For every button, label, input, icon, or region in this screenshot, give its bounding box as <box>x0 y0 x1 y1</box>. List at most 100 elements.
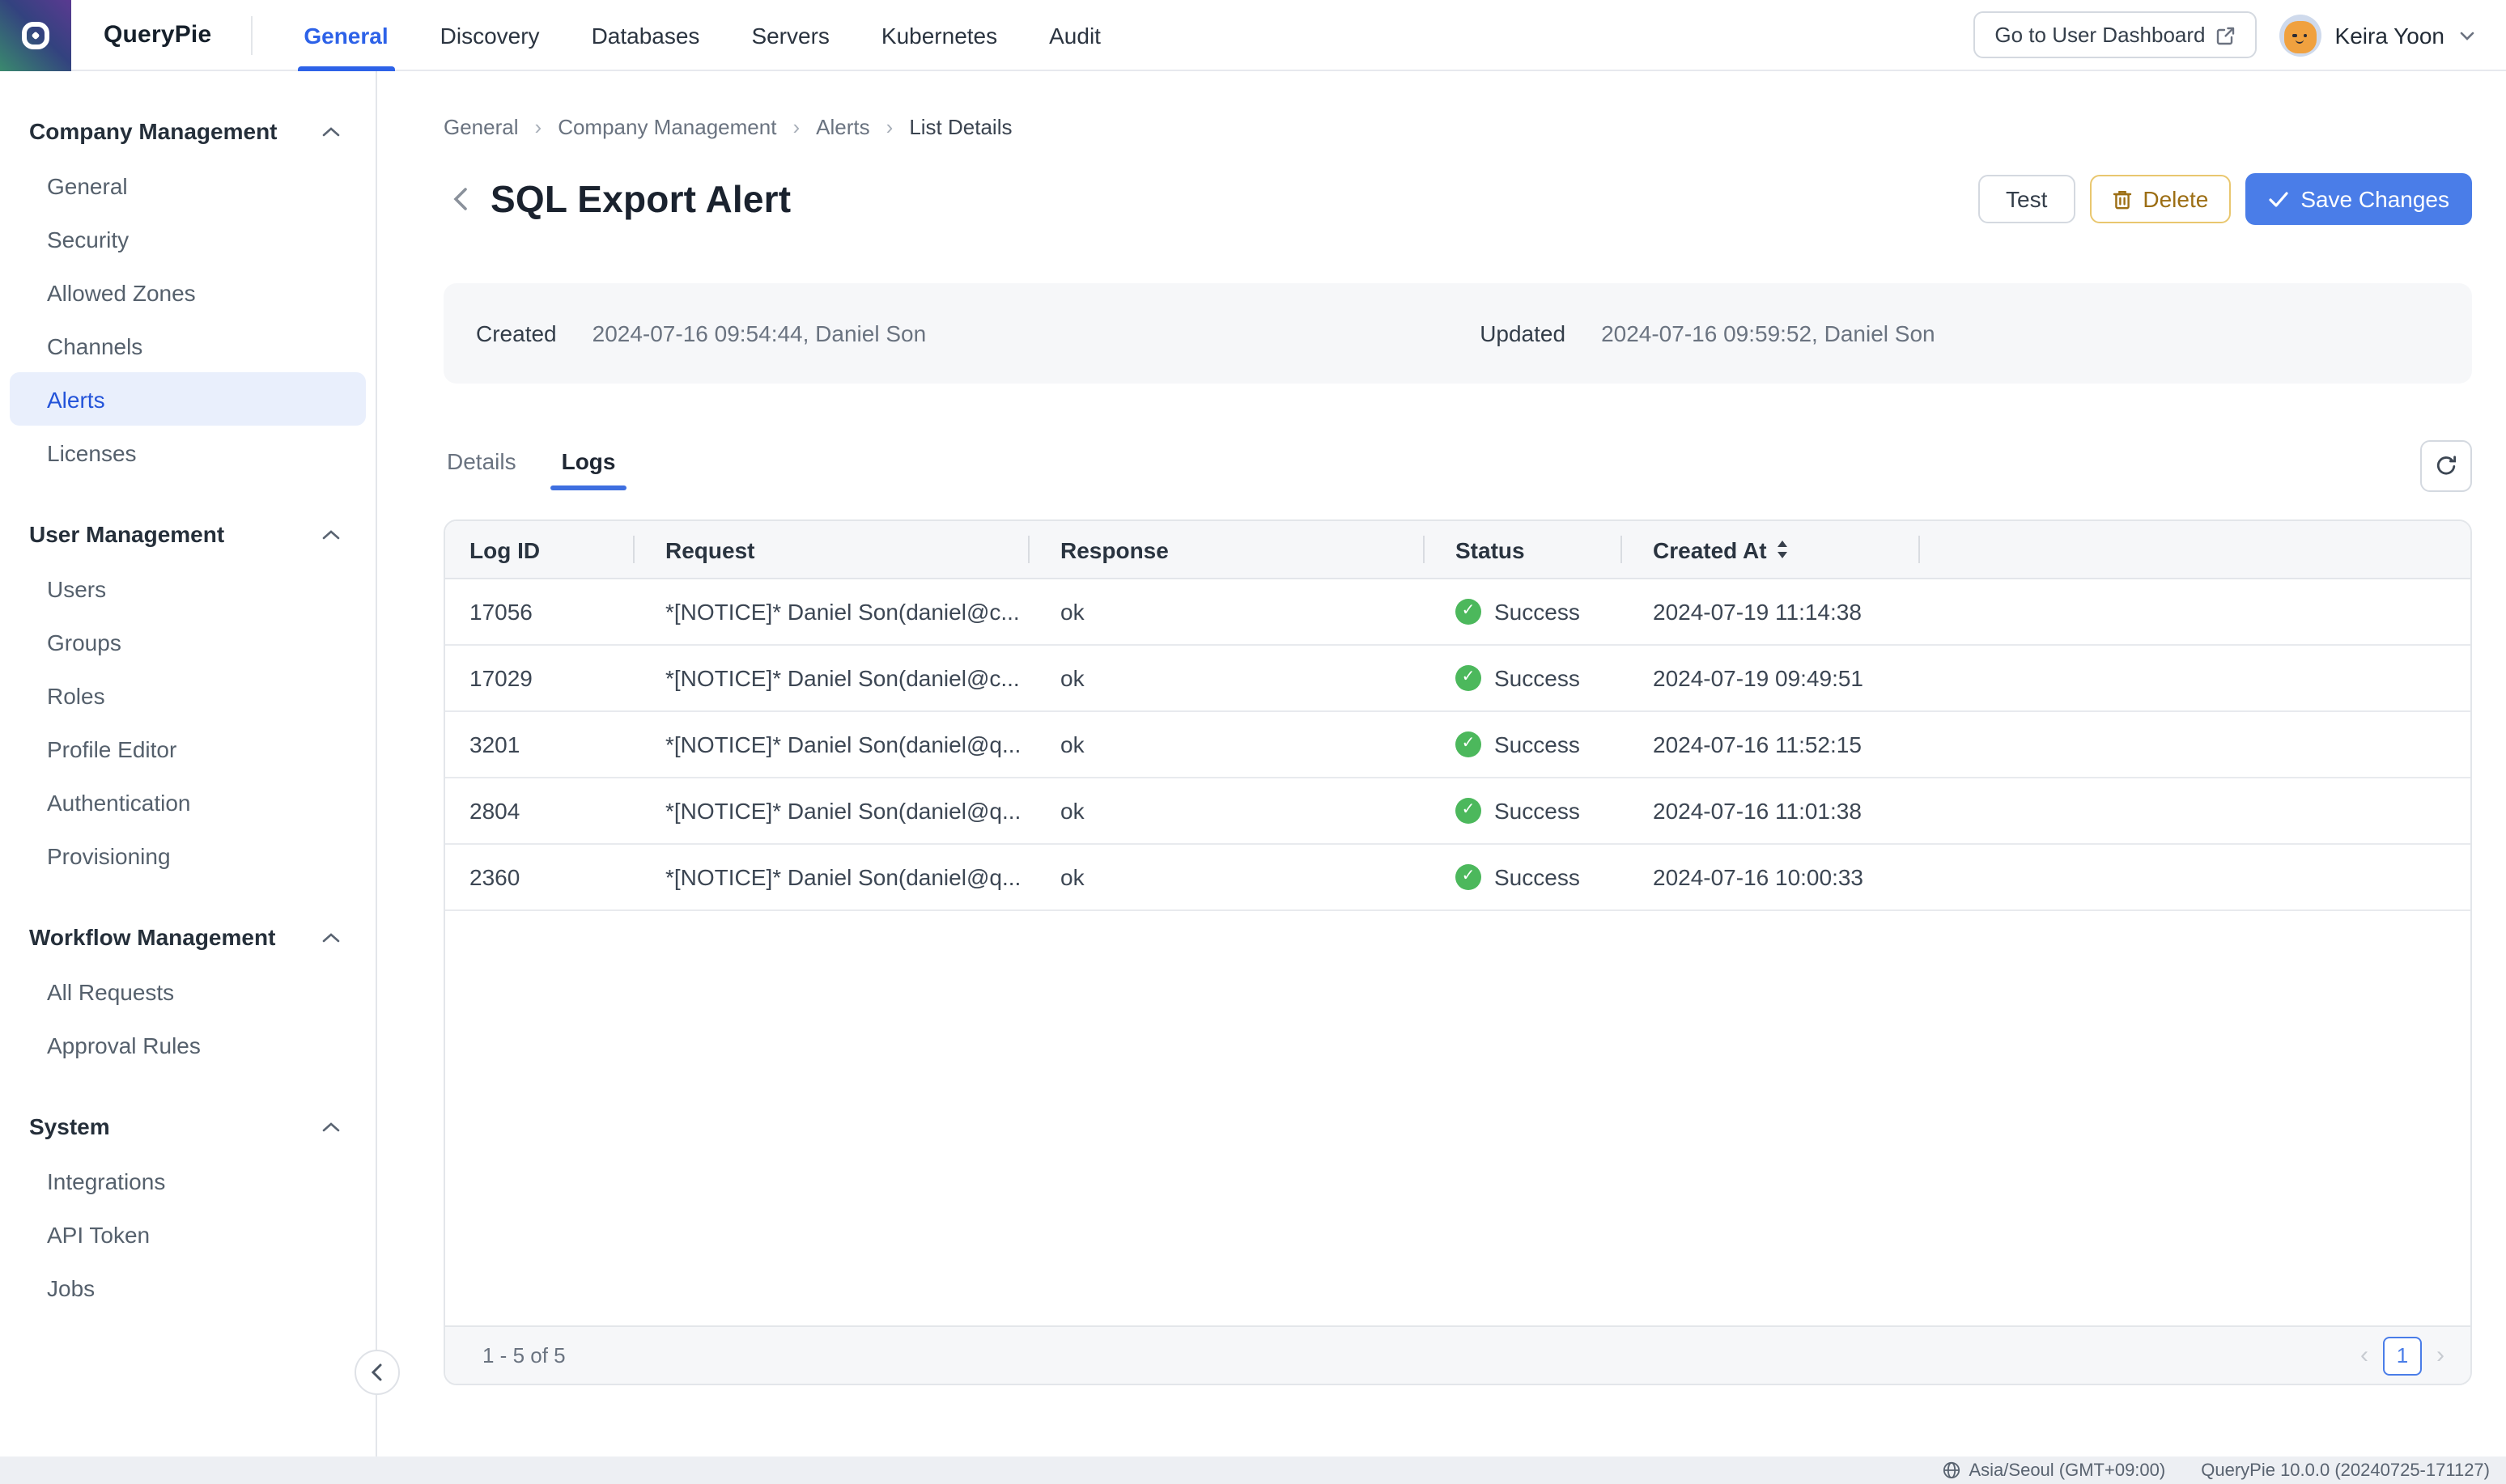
cell-response: ok <box>1028 798 1423 824</box>
cell-status: ✓ Success <box>1423 665 1620 691</box>
table-header-row: Log ID Request Response Status Created A… <box>445 521 2470 579</box>
sidebar-item-channels[interactable]: Channels <box>10 319 366 372</box>
updated-label: Updated <box>1480 320 1565 346</box>
breadcrumb-company-management[interactable]: Company Management <box>558 115 776 139</box>
section-title: Company Management <box>29 118 278 144</box>
sidebar-collapse-button[interactable] <box>355 1350 400 1395</box>
sidebar-item-provisioning[interactable]: Provisioning <box>10 829 366 882</box>
chevron-right-icon: › <box>886 115 894 139</box>
sidebar-item-users[interactable]: Users <box>10 562 366 615</box>
nav-tab-servers[interactable]: Servers <box>748 0 832 70</box>
nav-tab-databases[interactable]: Databases <box>588 0 703 70</box>
pagination-prev-icon[interactable]: ‹ <box>2360 1343 2368 1367</box>
sidebar-item-api-token[interactable]: API Token <box>10 1207 366 1261</box>
cell-log-id: 3201 <box>445 731 633 757</box>
sidebar-section-header-company-management[interactable]: Company Management <box>0 107 376 155</box>
status-badge: Success <box>1494 731 1580 757</box>
updated-value: 2024-07-16 09:59:52, Daniel Son <box>1601 320 1935 346</box>
table-row: 2360 *[NOTICE]* Daniel Son(daniel@q... o… <box>445 845 2470 911</box>
go-to-user-dashboard-label: Go to User Dashboard <box>1994 23 2205 47</box>
sidebar-section-header-system[interactable]: System <box>0 1102 376 1151</box>
delete-button[interactable]: Delete <box>2089 175 2231 223</box>
refresh-button[interactable] <box>2420 440 2472 492</box>
cell-response: ok <box>1028 864 1423 890</box>
test-button-label: Test <box>2006 186 2047 212</box>
timezone-label: Asia/Seoul (GMT+09:00) <box>1969 1461 2166 1480</box>
back-button[interactable] <box>444 180 476 218</box>
section-title: Workflow Management <box>29 924 275 950</box>
cell-created-at: 2024-07-16 11:52:15 <box>1620 731 1918 757</box>
test-button[interactable]: Test <box>1978 175 2075 223</box>
brand-name: QueryPie <box>104 21 211 49</box>
column-header-status: Status <box>1423 521 1620 578</box>
sidebar-item-licenses[interactable]: Licenses <box>10 426 366 479</box>
nav-tab-audit[interactable]: Audit <box>1046 0 1104 70</box>
chevron-right-icon: › <box>535 115 542 139</box>
cell-response: ok <box>1028 599 1423 625</box>
timezone: Asia/Seoul (GMT+09:00) <box>1943 1461 2166 1480</box>
refresh-icon <box>2433 453 2459 479</box>
table-row: 3201 *[NOTICE]* Daniel Son(daniel@q... o… <box>445 712 2470 778</box>
sidebar-item-allowed-zones[interactable]: Allowed Zones <box>10 265 366 319</box>
sidebar-section-header-user-management[interactable]: User Management <box>0 510 376 558</box>
cell-log-id: 2360 <box>445 864 633 890</box>
querypie-logo[interactable] <box>0 0 71 70</box>
pagination-next-icon[interactable]: › <box>2436 1343 2444 1367</box>
tab-logs[interactable]: Logs <box>559 442 619 490</box>
sidebar-item-groups[interactable]: Groups <box>10 615 366 668</box>
version-label: QueryPie 10.0.0 (20240725-171127) <box>2201 1461 2490 1480</box>
main-content: General › Company Management › Alerts › … <box>377 71 2506 1456</box>
breadcrumb-alerts[interactable]: Alerts <box>816 115 869 139</box>
column-header-response: Response <box>1028 521 1423 578</box>
breadcrumb-general[interactable]: General <box>444 115 519 139</box>
chevron-right-icon: › <box>792 115 800 139</box>
check-icon <box>2268 190 2289 208</box>
cell-response: ok <box>1028 665 1423 691</box>
sidebar-item-roles[interactable]: Roles <box>10 668 366 722</box>
column-header-created-at: Created At <box>1620 521 1918 578</box>
created-label: Created <box>476 320 557 346</box>
breadcrumb: General › Company Management › Alerts › … <box>444 115 2472 139</box>
sort-icon[interactable] <box>1778 541 1788 558</box>
pagination: ‹ 1 › <box>2360 1336 2444 1375</box>
sidebar-item-authentication[interactable]: Authentication <box>10 775 366 829</box>
topbar-divider <box>250 15 252 54</box>
record-meta-panel: Created 2024-07-16 09:54:44, Daniel Son … <box>444 283 2472 384</box>
save-changes-button[interactable]: Save Changes <box>2245 173 2472 225</box>
cell-request: *[NOTICE]* Daniel Son(daniel@q... <box>633 798 1028 824</box>
table-row: 2804 *[NOTICE]* Daniel Son(daniel@q... o… <box>445 778 2470 845</box>
cell-log-id: 17029 <box>445 665 633 691</box>
sidebar-item-general[interactable]: General <box>10 159 366 212</box>
cell-created-at: 2024-07-19 09:49:51 <box>1620 665 1918 691</box>
sidebar-section-system: System Integrations API Token Jobs <box>0 1102 376 1324</box>
tab-details[interactable]: Details <box>444 442 520 490</box>
column-header-log-id: Log ID <box>445 521 633 578</box>
breadcrumb-list-details: List Details <box>909 115 1012 139</box>
sidebar-item-integrations[interactable]: Integrations <box>10 1154 366 1207</box>
sidebar-item-approval-rules[interactable]: Approval Rules <box>10 1018 366 1071</box>
sidebar-item-alerts[interactable]: Alerts <box>10 372 366 426</box>
nav-tab-general[interactable]: General <box>300 0 391 70</box>
globe-icon <box>1943 1461 1961 1479</box>
nav-tab-discovery[interactable]: Discovery <box>437 0 543 70</box>
status-badge: Success <box>1494 599 1580 625</box>
go-to-user-dashboard-button[interactable]: Go to User Dashboard <box>1973 11 2257 58</box>
nav-tab-kubernetes[interactable]: Kubernetes <box>878 0 1000 70</box>
chevron-up-icon <box>322 1121 340 1132</box>
chevron-up-icon <box>322 528 340 540</box>
sidebar-item-profile-editor[interactable]: Profile Editor <box>10 722 366 775</box>
table-row: 17056 *[NOTICE]* Daniel Son(daniel@c... … <box>445 579 2470 646</box>
logs-table: Log ID Request Response Status Created A… <box>444 519 2472 1385</box>
cell-request: *[NOTICE]* Daniel Son(daniel@q... <box>633 731 1028 757</box>
table-row: 17029 *[NOTICE]* Daniel Son(daniel@c... … <box>445 646 2470 712</box>
chevron-left-icon <box>369 1363 385 1382</box>
user-menu[interactable]: Keira Yoon <box>2280 14 2477 56</box>
sidebar-section-workflow-management: Workflow Management All Requests Approva… <box>0 913 376 1081</box>
section-title: System <box>29 1113 110 1139</box>
sidebar-item-jobs[interactable]: Jobs <box>10 1261 366 1314</box>
sidebar-section-header-workflow-management[interactable]: Workflow Management <box>0 913 376 961</box>
chevron-down-icon <box>2457 25 2477 45</box>
sidebar-item-all-requests[interactable]: All Requests <box>10 965 366 1018</box>
sidebar-item-security[interactable]: Security <box>10 212 366 265</box>
pagination-page-1[interactable]: 1 <box>2383 1336 2422 1375</box>
